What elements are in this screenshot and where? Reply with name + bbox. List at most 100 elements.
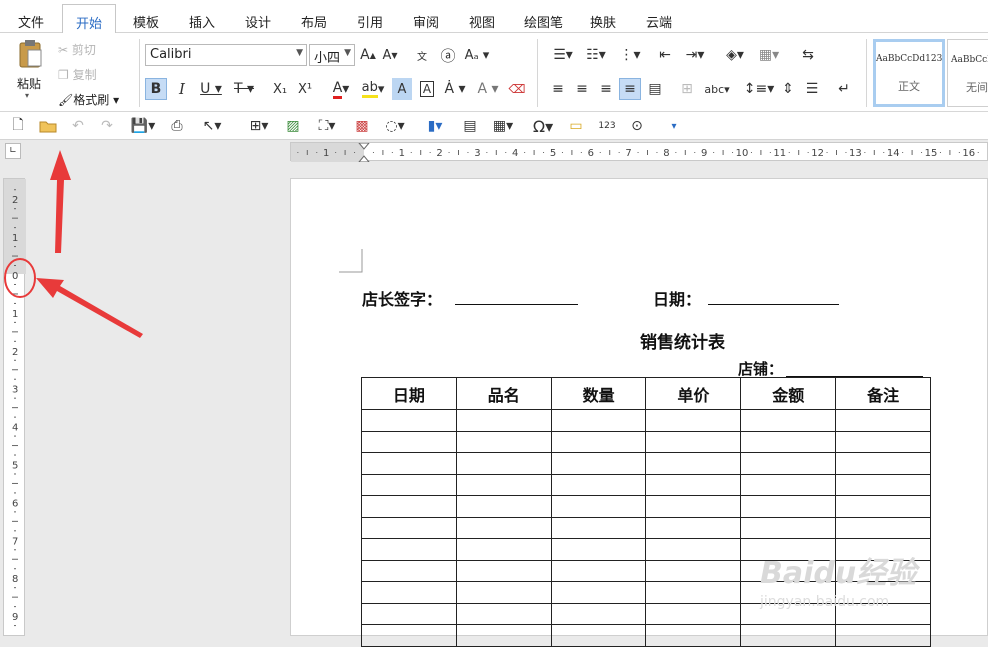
highlight-icon[interactable]: ab ▾ [358,78,388,100]
table-cell[interactable] [645,516,742,539]
table-cell[interactable] [645,495,742,518]
table-cell[interactable] [740,624,837,647]
character-shading-icon[interactable]: A [392,78,412,100]
table-cell[interactable] [740,495,837,518]
table-cell[interactable] [550,581,647,604]
insert-shape-icon[interactable]: ◌▾ [380,116,410,136]
table-cell[interactable] [550,452,647,475]
table-cell[interactable] [645,430,742,453]
table-cell[interactable] [361,624,457,647]
table-cell[interactable] [361,516,457,539]
align-center-icon[interactable]: ≡ [572,78,592,100]
open-folder-icon[interactable] [37,116,59,136]
table-cell[interactable] [740,473,837,496]
table-cell[interactable] [645,624,742,647]
screenshot-icon[interactable]: ⛶▾ [312,116,342,136]
emphasis-mark-icon[interactable]: Ȧ ▾ [442,78,468,100]
shrink-font-icon[interactable]: A ▼ [381,44,399,66]
menu-design[interactable]: 设计 [245,12,271,31]
col-header-unit-price[interactable]: 单价 [645,377,742,410]
paragraph-shading-icon[interactable]: ◈▾ [720,44,750,66]
table-cell[interactable] [835,624,931,647]
text-effect-icon[interactable]: A ▾ [474,78,502,100]
menu-pen[interactable]: 绘图笔 [524,12,563,31]
print-icon[interactable]: ⎙ [167,116,187,136]
save-icon[interactable]: 💾▾ [128,116,158,136]
link-object-icon[interactable]: ⊙ [626,116,648,136]
table-cell[interactable] [550,495,647,518]
table-cell[interactable] [455,409,552,432]
table-cell[interactable] [550,559,647,582]
strikethrough-icon[interactable]: T ▾ [229,78,259,100]
col-header-product[interactable]: 品名 [455,377,552,410]
style-normal[interactable]: AaBbCcDd123 正文 [873,39,945,107]
table-cell[interactable] [455,430,552,453]
grow-font-icon[interactable]: A ▲ [359,44,377,66]
numbered-list-icon[interactable]: ☷▾ [581,44,611,66]
bold-icon[interactable]: B [145,78,167,100]
paragraph-spacing-after-icon[interactable]: ☰ [802,78,822,100]
table-cell[interactable] [835,430,931,453]
phonetic-guide-icon[interactable]: 文 [412,44,432,66]
table-cell[interactable] [645,538,742,561]
table-cell[interactable] [740,516,837,539]
table-cell[interactable] [645,581,742,604]
table-cell[interactable] [835,452,931,475]
character-spacing-icon[interactable]: abc▾ [702,78,732,100]
table-cell[interactable] [645,559,742,582]
table-cell[interactable] [455,559,552,582]
insert-object-icon[interactable]: ▦▾ [488,116,518,136]
table-cell[interactable] [550,473,647,496]
menu-review[interactable]: 审阅 [413,12,439,31]
table-cell[interactable] [361,473,457,496]
align-left-icon[interactable]: ≡ [548,78,568,100]
insert-table-icon[interactable]: ⊞▾ [244,116,274,136]
paste-dropdown-icon[interactable]: ▾ [25,91,29,100]
table-cell[interactable] [835,495,931,518]
cut-button[interactable]: ✂ 剪切 [58,41,96,58]
menu-home[interactable]: 开始 [62,4,117,34]
table-cell[interactable] [361,602,457,625]
justify-icon[interactable]: ≡ [619,78,641,100]
bullet-list-icon[interactable]: ☰▾ [548,44,578,66]
paragraph-mark-icon[interactable]: ↵ [834,78,854,100]
table-cell[interactable] [455,452,552,475]
table-cell[interactable] [455,624,552,647]
table-cell[interactable] [645,409,742,432]
table-cell[interactable] [645,452,742,475]
table-cell[interactable] [361,409,457,432]
table-cell[interactable] [455,602,552,625]
col-header-date[interactable]: 日期 [361,377,457,410]
table-cell[interactable] [361,452,457,475]
font-size-select[interactable]: 小四 ▼ [309,44,355,66]
table-cell[interactable] [361,495,457,518]
copy-button[interactable]: ❐ 复制 [58,66,97,83]
paragraph-spacing-icon[interactable]: ⇕ [778,78,798,100]
distribute-icon[interactable]: ▤ [645,78,665,100]
insert-picture-icon[interactable]: ▨ [283,116,303,136]
select-pointer-icon[interactable]: ↖▾ [198,116,226,136]
table-cell[interactable] [550,430,647,453]
table-cell[interactable] [835,473,931,496]
change-case-icon[interactable]: Aₐ ▾ [462,44,492,66]
enclose-character-icon[interactable]: ⓐ [437,44,459,66]
table-cell[interactable] [361,430,457,453]
format-painter-button[interactable]: 🖌格式刷 ▾ [58,91,119,108]
line-spacing-icon[interactable]: ↕≡▾ [744,78,775,100]
table-cell[interactable] [740,430,837,453]
table-cell[interactable] [455,538,552,561]
paste-button[interactable]: 粘贴 ▾ [12,37,46,101]
table-cell[interactable] [835,516,931,539]
table-cell[interactable] [361,559,457,582]
table-cell[interactable] [550,602,647,625]
multilevel-list-icon[interactable]: ⋮▾ [615,44,645,66]
table-cell[interactable] [740,409,837,432]
table-cell[interactable] [740,452,837,475]
sort-icon[interactable]: ⇆ [797,44,819,66]
col-header-quantity[interactable]: 数量 [550,377,647,410]
menu-view[interactable]: 视图 [469,12,495,31]
line-spacing-options-icon[interactable]: ⊞ [676,78,698,100]
increase-indent-icon[interactable]: ⇥▾ [680,44,710,66]
table-cell[interactable] [455,473,552,496]
align-right-icon[interactable]: ≡ [596,78,616,100]
